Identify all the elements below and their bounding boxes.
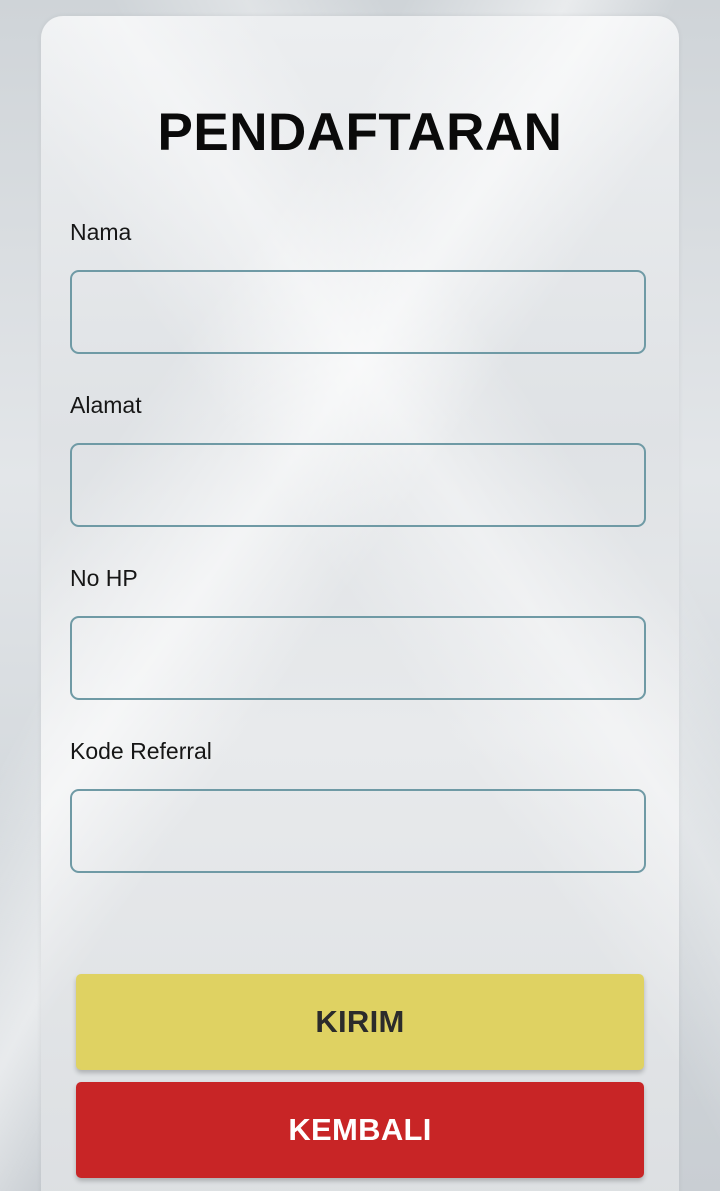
phone-input[interactable] [70, 616, 646, 700]
referral-code-input[interactable] [70, 789, 646, 873]
name-input[interactable] [70, 270, 646, 354]
back-button[interactable]: KEMBALI [76, 1082, 644, 1178]
page-title: PENDAFTARAN [157, 103, 563, 162]
name-label: Nama [70, 219, 132, 245]
address-input[interactable] [70, 443, 646, 527]
referral-code-label: Kode Referral [70, 738, 212, 764]
phone-label: No HP [70, 565, 138, 591]
address-label: Alamat [70, 392, 142, 418]
submit-button[interactable]: KIRIM [76, 974, 644, 1070]
registration-card: PENDAFTARAN Nama Alamat No HP Kode Refer… [41, 16, 679, 1191]
